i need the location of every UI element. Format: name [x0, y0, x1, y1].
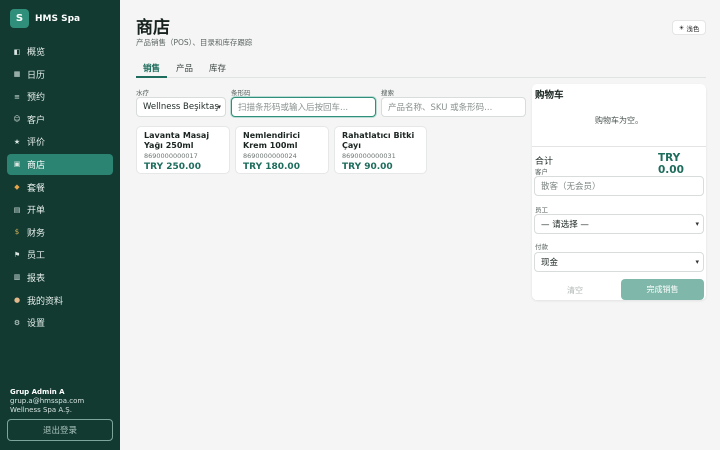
- profile-icon: ●: [13, 296, 21, 305]
- tab-inventory[interactable]: 库存: [209, 62, 226, 74]
- chevron-down-icon: ▾: [695, 220, 699, 228]
- staff-select[interactable]: — 请选择 — ▾: [534, 214, 704, 234]
- chevron-down-icon: ▾: [695, 258, 699, 266]
- barcode-placeholder: 扫描条形码或输入后按回车...: [238, 103, 349, 113]
- clear-cart-button[interactable]: 清空: [535, 280, 615, 300]
- list-icon: ≡: [14, 92, 20, 101]
- total-value: TRY 0.00: [658, 152, 684, 176]
- divider: [532, 146, 706, 147]
- product-price: TRY 250.00: [144, 162, 201, 172]
- sidebar-item-label: 客户: [27, 115, 46, 126]
- sidebar-item-label: 评价: [27, 138, 46, 149]
- sidebar-item-profile[interactable]: ● 我的资料: [7, 290, 113, 311]
- sidebar-item-packages[interactable]: ◆ 套餐: [7, 177, 113, 198]
- bar-chart-icon: ▥: [13, 273, 21, 282]
- tab-products[interactable]: 产品: [176, 62, 193, 74]
- overview-icon: ◧: [13, 47, 21, 56]
- product-name: Nemlendirici Krem 100ml: [243, 131, 300, 150]
- brand[interactable]: S HMS Spa: [10, 9, 80, 28]
- customer-label: 客户: [535, 168, 548, 176]
- sidebar-item-settings[interactable]: ⚙ 设置: [7, 312, 113, 333]
- sidebar-item-finance[interactable]: $ 财务: [7, 222, 113, 243]
- customer-input[interactable]: 散客（无会员）: [534, 176, 704, 196]
- package-icon: ◆: [14, 183, 20, 192]
- payment-select-value: 现金: [541, 258, 559, 268]
- sidebar-item-overview[interactable]: ◧ 概览: [7, 41, 113, 62]
- sidebar-item-customers[interactable]: ☺ 客户: [7, 109, 113, 130]
- user-info: Grup Admin A grup.a@hmsspa.com Wellness …: [10, 388, 84, 415]
- theme-toggle-button[interactable]: ☀ 浅色: [672, 20, 706, 35]
- barcode-input[interactable]: 扫描条形码或输入后按回车...: [231, 97, 376, 117]
- spa-select-value: Wellness Beşiktaş: [143, 102, 219, 112]
- product-card[interactable]: Nemlendirici Krem 100ml 8690000000024 TR…: [235, 126, 329, 174]
- sidebar-item-shop[interactable]: ▣ 商店: [7, 153, 113, 175]
- search-placeholder: 产品名称、SKU 或条形码...: [388, 103, 493, 113]
- user-icon: ☺: [13, 115, 21, 124]
- theme-label: 浅色: [686, 24, 700, 33]
- sidebar-item-reviews[interactable]: ★ 评价: [7, 131, 113, 152]
- spa-select[interactable]: Wellness Beşiktaş ▾: [136, 97, 226, 117]
- gear-icon: ⚙: [13, 318, 21, 327]
- receipt-icon: ▤: [13, 205, 21, 214]
- sidebar-nav: ◧ 概览 ▦ 日历 ≡ 预约 ☺ 客户 ★ 评价 ▣ 商店 ◆ 套餐 ▤ 开单 $ 财务 ⚑ 员工 …: [7, 41, 113, 335]
- product-card[interactable]: Lavanta Masaj Yağı 250ml 8690000000017 T…: [136, 126, 230, 174]
- sidebar-item-label: 财务: [27, 228, 46, 239]
- customer-placeholder: 散客（无会员）: [541, 182, 601, 192]
- money-bag-icon: $: [14, 228, 20, 237]
- payment-label: 付款: [535, 243, 548, 251]
- sidebar-item-label: 预约: [27, 93, 46, 104]
- sidebar-item-label: 我的资料: [27, 296, 64, 307]
- brand-logo: S: [10, 9, 29, 28]
- spa-label: 水疗: [136, 89, 149, 97]
- sidebar-item-reports[interactable]: ▥ 报表: [7, 267, 113, 288]
- sidebar: S HMS Spa ◧ 概览 ▦ 日历 ≡ 预约 ☺ 客户 ★ 评价 ▣ 商店 ◆ 套餐 ▤ 开…: [0, 0, 120, 450]
- product-price: TRY 180.00: [243, 162, 300, 172]
- star-icon: ★: [13, 137, 21, 146]
- search-input[interactable]: 产品名称、SKU 或条形码...: [381, 97, 526, 117]
- staff-select-value: — 请选择 —: [541, 220, 589, 230]
- user-email: grup.a@hmsspa.com: [10, 397, 85, 405]
- product-price: TRY 90.00: [342, 162, 393, 172]
- sidebar-item-label: 设置: [27, 319, 46, 330]
- product-sku: 8690000000031: [342, 152, 396, 160]
- cart-panel: 购物车 购物车为空。 合计 TRY 0.00 客户 散客（无会员） 员工 — 请…: [532, 84, 706, 300]
- flag-icon: ⚑: [13, 250, 21, 259]
- sidebar-item-label: 概览: [27, 48, 46, 58]
- product-name: Rahatlatıcı Bitki Çayı: [342, 131, 415, 150]
- cart-empty-message: 购物车为空。: [595, 116, 643, 125]
- product-card[interactable]: Rahatlatıcı Bitki Çayı 8690000000031 TRY…: [334, 126, 427, 174]
- sidebar-item-label: 开单: [27, 206, 46, 217]
- shop-icon: ▣: [13, 160, 21, 169]
- staff-label: 员工: [535, 206, 548, 214]
- sidebar-item-label: 套餐: [27, 183, 46, 194]
- sidebar-item-invoice[interactable]: ▤ 开单: [7, 199, 113, 220]
- tab-sales[interactable]: 销售: [143, 62, 160, 74]
- active-tab-indicator: [136, 76, 167, 78]
- tab-bar: 销售 产品 库存: [136, 58, 706, 78]
- brand-name: HMS Spa: [35, 13, 81, 24]
- chevron-down-icon: ▾: [217, 103, 221, 111]
- sidebar-item-label: 日历: [27, 70, 46, 81]
- product-name: Lavanta Masaj Yağı 250ml: [144, 131, 210, 150]
- barcode-label: 条形码: [231, 89, 251, 97]
- calendar-icon: ▦: [13, 70, 21, 79]
- product-sku: 8690000000024: [243, 152, 297, 160]
- sidebar-item-staff[interactable]: ⚑ 员工: [7, 244, 113, 265]
- product-sku: 8690000000017: [144, 152, 198, 160]
- cart-title: 购物车: [535, 90, 564, 101]
- page-subtitle: 产品销售（POS）、目录和库存跟踪: [136, 38, 253, 47]
- logout-button[interactable]: 退出登录: [7, 419, 113, 441]
- sidebar-item-calendar[interactable]: ▦ 日历: [7, 64, 113, 85]
- sidebar-item-appointments[interactable]: ≡ 预约: [7, 86, 113, 107]
- search-label: 搜索: [381, 89, 394, 97]
- sidebar-item-label: 商店: [27, 160, 46, 171]
- user-company: Wellness Spa A.Ş.: [10, 406, 72, 414]
- user-name: Grup Admin A: [10, 388, 65, 396]
- sidebar-item-label: 员工: [27, 251, 46, 262]
- page-title: 商店: [136, 18, 170, 38]
- sidebar-item-label: 报表: [27, 273, 46, 284]
- sun-icon: ☀: [678, 23, 685, 32]
- payment-select[interactable]: 现金 ▾: [534, 252, 704, 272]
- complete-sale-button[interactable]: 完成销售: [621, 279, 704, 300]
